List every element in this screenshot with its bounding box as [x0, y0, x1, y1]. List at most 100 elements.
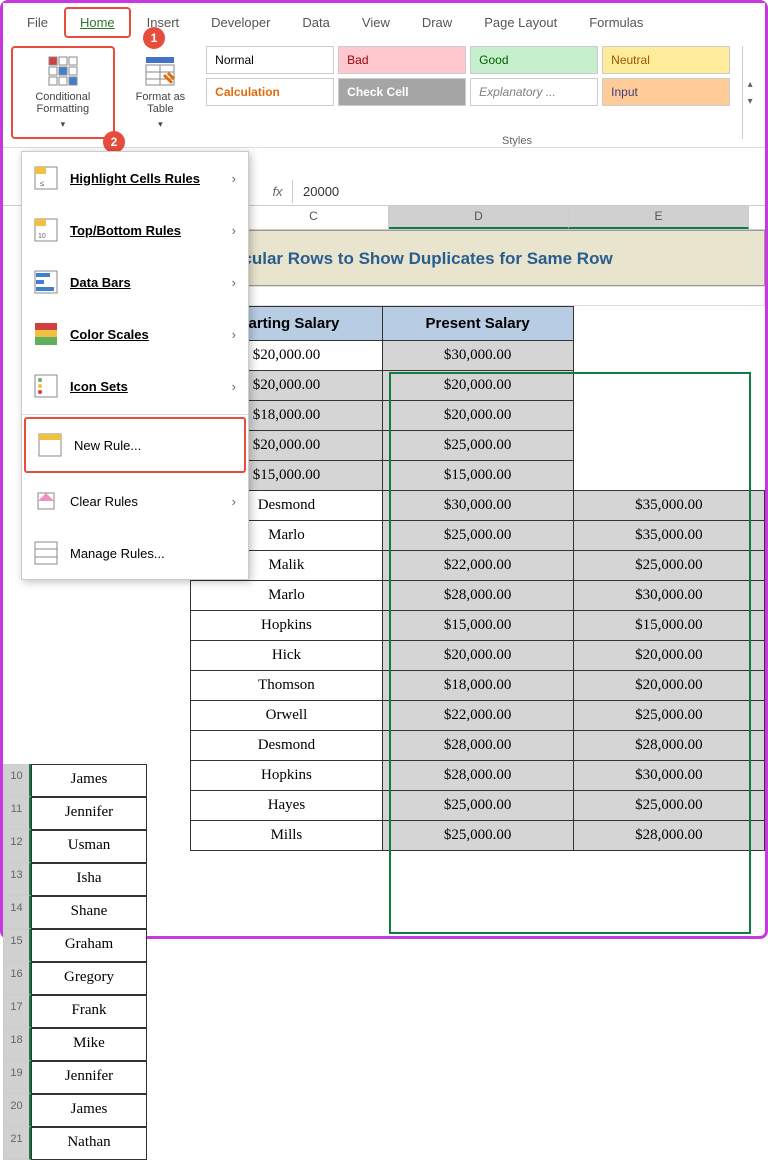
row-header[interactable]: 21 [3, 1127, 31, 1160]
cell-firstname[interactable]: Graham [31, 929, 147, 962]
conditional-formatting-label: Conditional Formatting [21, 91, 105, 115]
styles-expand-button[interactable]: ▴ ▾ [742, 46, 757, 139]
cell-firstname[interactable]: Jennifer [31, 797, 147, 830]
formula-input[interactable]: 20000 [293, 180, 765, 203]
col-header-c[interactable]: C [239, 206, 389, 229]
cell-present[interactable]: $15,000.00 [382, 461, 573, 491]
dd-top-bottom[interactable]: 10 Top/Bottom Rules › [22, 204, 248, 256]
col-header-e[interactable]: E [569, 206, 749, 229]
cell-present[interactable]: $25,000.00 [573, 701, 764, 731]
style-bad[interactable]: Bad [338, 46, 466, 74]
dd-manage-rules[interactable]: Manage Rules... [22, 527, 248, 579]
dd-new-rule[interactable]: New Rule... [24, 417, 246, 473]
cell-lastname[interactable]: Mills [191, 821, 382, 851]
row-header[interactable]: 11 [3, 797, 31, 830]
style-input[interactable]: Input [602, 78, 730, 106]
row-header[interactable]: 19 [3, 1061, 31, 1094]
cell-present[interactable]: $20,000.00 [573, 671, 764, 701]
th-present: Present Salary [382, 307, 573, 341]
row-header[interactable]: 10 [3, 764, 31, 797]
cell-present[interactable]: $20,000.00 [573, 641, 764, 671]
cell-lastname[interactable]: Hopkins [191, 611, 382, 641]
row-header[interactable]: 16 [3, 962, 31, 995]
cell-starting[interactable]: $28,000.00 [382, 731, 573, 761]
cell-lastname[interactable]: Thomson [191, 671, 382, 701]
cell-starting[interactable]: $18,000.00 [382, 671, 573, 701]
cell-lastname[interactable]: Desmond [191, 731, 382, 761]
cell-starting[interactable]: $28,000.00 [382, 761, 573, 791]
cell-starting[interactable]: $30,000.00 [382, 491, 573, 521]
row-header[interactable]: 14 [3, 896, 31, 929]
cell-firstname[interactable]: Isha [31, 863, 147, 896]
cell-present[interactable]: $30,000.00 [382, 341, 573, 371]
tab-home[interactable]: Home [64, 7, 131, 38]
style-good[interactable]: Good [470, 46, 598, 74]
cell-firstname[interactable]: James [31, 1094, 147, 1127]
dd-data-bars[interactable]: Data Bars › [22, 256, 248, 308]
cell-firstname[interactable]: Frank [31, 995, 147, 1028]
style-explanatory[interactable]: Explanatory ... [470, 78, 598, 106]
dd-clear-rules[interactable]: Clear Rules › [22, 475, 248, 527]
cell-starting[interactable]: $25,000.00 [382, 521, 573, 551]
cell-present[interactable]: $20,000.00 [382, 371, 573, 401]
style-checkcell[interactable]: Check Cell [338, 78, 466, 106]
data-bars-icon [34, 270, 58, 294]
cell-lastname[interactable]: Hick [191, 641, 382, 671]
dd-color-scales[interactable]: Color Scales › [22, 308, 248, 360]
conditional-formatting-button[interactable]: Conditional Formatting ▾ [11, 46, 115, 139]
cell-starting[interactable]: $20,000.00 [382, 641, 573, 671]
cell-present[interactable]: $25,000.00 [573, 791, 764, 821]
tab-developer[interactable]: Developer [195, 7, 286, 38]
chevron-up-icon: ▴ [748, 79, 753, 90]
cell-starting[interactable]: $28,000.00 [382, 581, 573, 611]
cell-present[interactable]: $35,000.00 [573, 491, 764, 521]
cell-present[interactable]: $30,000.00 [573, 761, 764, 791]
conditional-formatting-dropdown: ≤ Highlight Cells Rules › 10 Top/Bottom … [21, 151, 249, 580]
cell-firstname[interactable]: Nathan [31, 1127, 147, 1160]
tab-pagelayout[interactable]: Page Layout [468, 7, 573, 38]
tab-view[interactable]: View [346, 7, 406, 38]
cell-starting[interactable]: $25,000.00 [382, 791, 573, 821]
cell-lastname[interactable]: Hayes [191, 791, 382, 821]
format-as-table-button[interactable]: Format as Table ▾ [123, 46, 198, 139]
row-header[interactable]: 17 [3, 995, 31, 1028]
cell-lastname[interactable]: Marlo [191, 581, 382, 611]
cell-starting[interactable]: $25,000.00 [382, 821, 573, 851]
tab-file[interactable]: File [11, 7, 64, 38]
cell-lastname[interactable]: Orwell [191, 701, 382, 731]
cell-starting[interactable]: $22,000.00 [382, 551, 573, 581]
tab-formulas[interactable]: Formulas [573, 7, 659, 38]
cell-starting[interactable]: $15,000.00 [382, 611, 573, 641]
cell-firstname[interactable]: Jennifer [31, 1061, 147, 1094]
row-header[interactable]: 20 [3, 1094, 31, 1127]
cell-present[interactable]: $20,000.00 [382, 401, 573, 431]
cell-firstname[interactable]: Usman [31, 830, 147, 863]
tab-draw[interactable]: Draw [406, 7, 468, 38]
row-header[interactable]: 15 [3, 929, 31, 962]
row-header[interactable]: 18 [3, 1028, 31, 1061]
dd-icon-sets[interactable]: Icon Sets › [22, 360, 248, 412]
fx-icon[interactable]: fx [263, 180, 293, 203]
cell-present[interactable]: $35,000.00 [573, 521, 764, 551]
cell-present[interactable]: $28,000.00 [573, 821, 764, 851]
cell-firstname[interactable]: James [31, 764, 147, 797]
cell-firstname[interactable]: Gregory [31, 962, 147, 995]
cell-present[interactable]: $15,000.00 [573, 611, 764, 641]
dd-highlight-cells[interactable]: ≤ Highlight Cells Rules › [22, 152, 248, 204]
row-header[interactable]: 13 [3, 863, 31, 896]
cell-firstname[interactable]: Shane [31, 896, 147, 929]
style-normal[interactable]: Normal [206, 46, 334, 74]
cell-present[interactable]: $30,000.00 [573, 581, 764, 611]
row-header[interactable]: 12 [3, 830, 31, 863]
tab-data[interactable]: Data [286, 7, 345, 38]
cell-starting[interactable]: $22,000.00 [382, 701, 573, 731]
cell-firstname[interactable]: Mike [31, 1028, 147, 1061]
cell-present[interactable]: $25,000.00 [573, 551, 764, 581]
style-neutral[interactable]: Neutral [602, 46, 730, 74]
cell-present[interactable]: $28,000.00 [573, 731, 764, 761]
cell-lastname[interactable]: Hopkins [191, 761, 382, 791]
svg-text:10: 10 [38, 233, 46, 240]
col-header-d[interactable]: D [389, 206, 569, 229]
cell-present[interactable]: $25,000.00 [382, 431, 573, 461]
style-calculation[interactable]: Calculation [206, 78, 334, 106]
